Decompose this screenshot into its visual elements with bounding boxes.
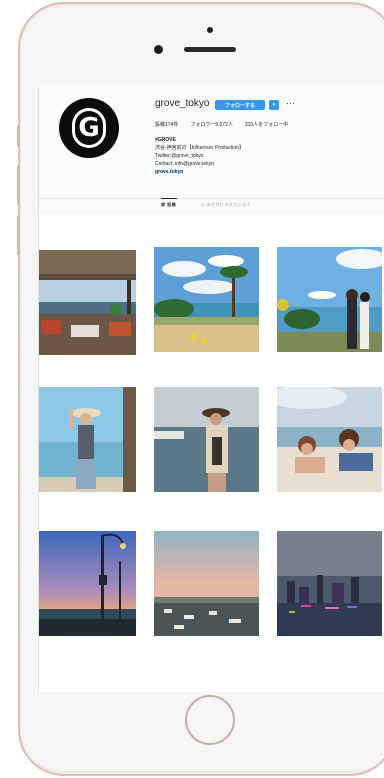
tab-posts[interactable]: ▦ 投稿 <box>161 202 176 208</box>
terrace-restaurant-photo[interactable] <box>39 250 136 355</box>
front-camera <box>154 45 163 54</box>
active-tab-indicator <box>161 198 177 199</box>
posts-count: 投稿174件 <box>155 122 179 128</box>
woman-in-hat-beach-photo[interactable] <box>39 387 136 492</box>
following-count[interactable]: 310人をフォロー中 <box>245 121 288 128</box>
bio-line-2: Twitter:@grove_tokyo <box>155 153 204 159</box>
suggestions-dropdown-button[interactable]: ▾ <box>269 100 279 110</box>
avatar[interactable]: G <box>59 98 119 158</box>
night-skyline-image <box>277 531 382 636</box>
more-options-icon[interactable]: ··· <box>286 98 295 108</box>
bio-line-1: 渋谷·神宮前の【Influencer Production】 <box>155 145 244 151</box>
city-night-skyline-photo[interactable] <box>277 531 382 636</box>
instagram-profile-screen: G grove_tokyo フォローする ▾ ··· 投稿174件 フォロワー5… <box>38 86 384 692</box>
couple-at-coast-photo[interactable] <box>277 247 382 352</box>
woman-pier-image <box>154 387 259 492</box>
tropical-beach-palms-photo[interactable] <box>154 247 259 352</box>
volume-up-button <box>17 165 20 205</box>
follow-button[interactable]: フォローする <box>215 100 265 110</box>
profile-bio: #GROVE 渋谷·神宮前の【Influencer Production】 Tw… <box>155 136 244 176</box>
sunset-street-lamps-photo[interactable] <box>39 531 136 636</box>
bio-name: #GROVE <box>155 137 176 143</box>
woman-on-pier-photo[interactable] <box>154 387 259 492</box>
bio-line-3: Contact: info@grove.tokyo <box>155 161 214 167</box>
volume-down-button <box>17 215 20 255</box>
earpiece-speaker <box>184 47 236 52</box>
harbor-sky-image <box>154 531 259 636</box>
terrace-restaurant-image <box>39 250 136 355</box>
website-link[interactable]: grove.tokyo <box>155 168 244 176</box>
tab-tagged[interactable]: ◻ タグ付けされている人 <box>201 202 251 208</box>
harbor-pink-sky-photo[interactable] <box>154 531 259 636</box>
mute-switch <box>17 125 20 147</box>
profile-header: G grove_tokyo フォローする ▾ ··· 投稿174件 フォロワー5… <box>39 86 384 214</box>
chevron-down-icon: ▾ <box>272 102 276 108</box>
proximity-sensor <box>207 27 213 33</box>
friends-lying-on-sand-photo[interactable] <box>277 387 382 492</box>
phone-mockup-scene: G grove_tokyo フォローする ▾ ··· 投稿174件 フォロワー5… <box>0 0 384 778</box>
tabs-divider <box>39 198 384 199</box>
tropical-beach-image <box>154 247 259 352</box>
sunset-lamps-image <box>39 531 136 636</box>
username: grove_tokyo <box>155 98 210 109</box>
woman-hat-image <box>39 387 136 492</box>
couple-coast-image <box>277 247 382 352</box>
logo-letter: G <box>78 113 100 143</box>
profile-stats: 投稿174件 フォロワー5,072人 310人をフォロー中 <box>155 121 288 128</box>
home-button[interactable] <box>185 695 235 745</box>
logo-ring: G <box>72 108 106 148</box>
friends-sand-image <box>277 387 382 492</box>
followers-count[interactable]: フォロワー5,072人 <box>190 121 233 128</box>
